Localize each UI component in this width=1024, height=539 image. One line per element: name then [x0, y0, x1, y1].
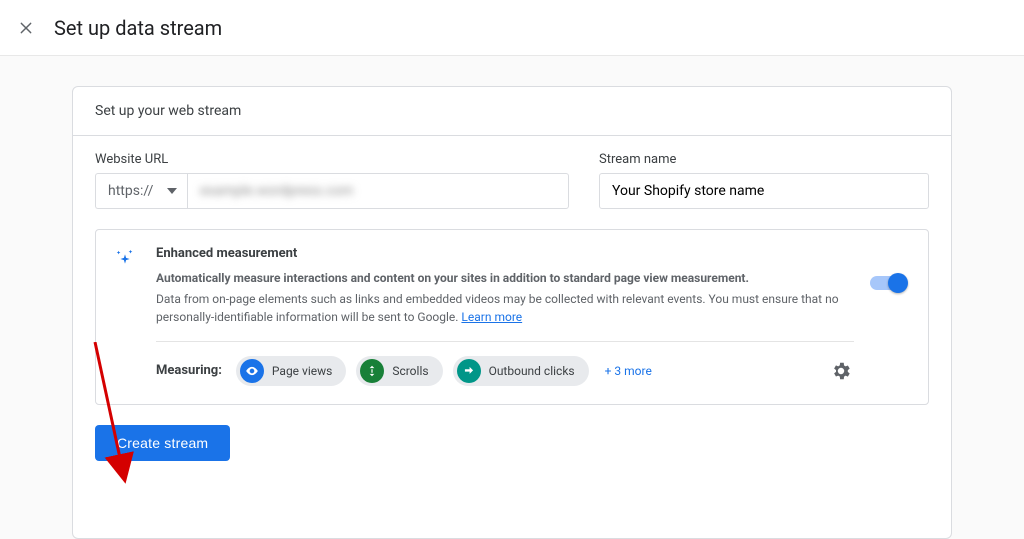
stream-name-label: Stream name: [599, 152, 929, 167]
field-stream-name: Stream name: [599, 152, 929, 209]
protocol-value: https://: [108, 183, 153, 199]
field-website-url: Website URL https:// example.wordpress.c…: [95, 152, 569, 209]
toggle-switch-on: [870, 276, 906, 290]
chip-label: Page views: [272, 364, 332, 378]
measuring-row: Measuring: Page views Scrolls: [156, 356, 854, 386]
chip-outbound: Outbound clicks: [453, 356, 589, 386]
more-chips-link[interactable]: + 3 more: [605, 364, 652, 378]
card-body: Website URL https:// example.wordpress.c…: [73, 136, 951, 483]
fields-row: Website URL https:// example.wordpress.c…: [95, 152, 929, 209]
protocol-select[interactable]: https://: [95, 173, 187, 209]
learn-more-link[interactable]: Learn more: [461, 310, 522, 324]
dialog-header: Set up data stream: [0, 0, 1024, 56]
eye-icon: [240, 359, 264, 383]
page-title: Set up data stream: [54, 16, 222, 40]
website-url-value: example.wordpress.com: [200, 183, 353, 199]
gear-icon[interactable]: [828, 358, 854, 384]
create-stream-button[interactable]: Create stream: [95, 425, 230, 461]
enhanced-toggle[interactable]: [870, 246, 910, 386]
card-title: Set up your web stream: [73, 87, 951, 136]
url-row: https:// example.wordpress.com: [95, 173, 569, 209]
stream-name-input[interactable]: [599, 173, 929, 209]
enhanced-title: Enhanced measurement: [156, 246, 854, 261]
scroll-icon: [360, 359, 384, 383]
chip-label: Scrolls: [392, 364, 428, 378]
enhanced-subtitle: Automatically measure interactions and c…: [156, 271, 749, 285]
outbound-icon: [457, 359, 481, 383]
sparkle-icon: [114, 246, 140, 386]
chip-page-views: Page views: [236, 356, 346, 386]
setup-card: Set up your web stream Website URL https…: [72, 86, 952, 539]
chip-scrolls: Scrolls: [356, 356, 442, 386]
close-icon[interactable]: [14, 16, 38, 40]
website-url-label: Website URL: [95, 152, 569, 167]
chevron-down-icon: [167, 188, 177, 194]
enhanced-measurement-panel: Enhanced measurement Automatically measu…: [95, 229, 929, 405]
website-url-input[interactable]: example.wordpress.com: [187, 173, 569, 209]
chip-label: Outbound clicks: [489, 364, 575, 378]
workspace: Set up your web stream Website URL https…: [0, 56, 1024, 539]
enhanced-content: Enhanced measurement Automatically measu…: [156, 246, 854, 386]
measuring-label: Measuring:: [156, 363, 222, 378]
